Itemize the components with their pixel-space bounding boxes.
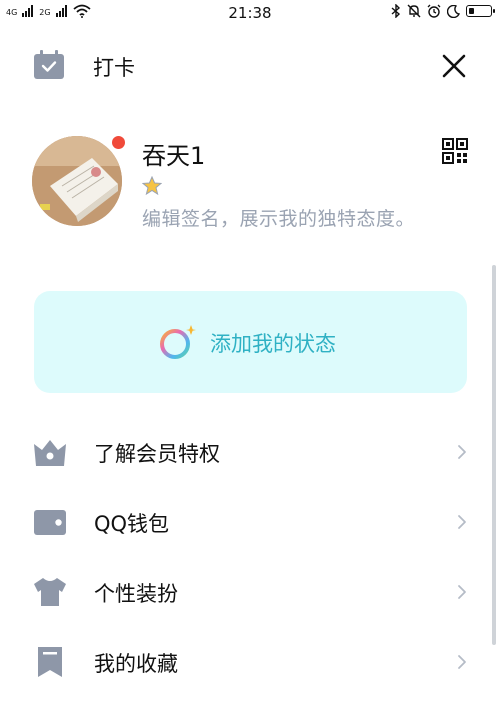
shirt-icon [34, 578, 66, 606]
menu-item-label: 了解会员特权 [94, 442, 220, 466]
menu-item-wallet[interactable]: QQ钱包 [0, 488, 500, 558]
calendar-check-icon[interactable] [33, 50, 65, 80]
crown-icon [34, 440, 66, 466]
status-bar: 4G 2G 21:38 [0, 0, 500, 26]
menu-item-label: 我的收藏 [94, 652, 178, 676]
avatar[interactable] [32, 136, 122, 226]
chevron-right-icon [458, 655, 466, 669]
avatar-image [32, 136, 122, 226]
chevron-right-icon [458, 515, 466, 529]
menu-item-vip[interactable]: 了解会员特权 [0, 418, 500, 488]
checkin-label[interactable]: 打卡 [93, 52, 135, 82]
wallet-icon [34, 510, 66, 535]
drawer-header: 打卡 [0, 40, 500, 92]
username[interactable]: 吞天1 [142, 136, 205, 171]
profile-section: 吞天1 编辑签名，展示我的独特态度。 [0, 130, 500, 240]
qr-code-icon[interactable] [442, 138, 468, 164]
menu-item-label: 个性装扮 [94, 582, 178, 606]
status-right [391, 4, 495, 18]
menu-item-favorites[interactable]: 我的收藏 [0, 628, 500, 698]
battery-icon [466, 5, 495, 17]
close-icon[interactable] [440, 52, 468, 80]
notification-dot [110, 134, 127, 151]
menu-item-label: QQ钱包 [94, 512, 170, 536]
moon-icon [447, 4, 460, 18]
status-ring-icon [160, 325, 196, 359]
signature-input[interactable]: 编辑签名，展示我的独特态度。 [142, 204, 415, 231]
chevron-right-icon [458, 445, 466, 459]
alarm-icon [427, 4, 441, 18]
add-status-label: 添加我的状态 [210, 332, 336, 356]
mute-bell-icon [407, 4, 421, 18]
battery-level [469, 8, 475, 14]
add-status-card[interactable]: 添加我的状态 [34, 291, 467, 393]
bluetooth-icon [391, 4, 401, 18]
chevron-right-icon [458, 585, 466, 599]
menu-item-dressup[interactable]: 个性装扮 [0, 558, 500, 628]
bookmark-icon [38, 647, 62, 677]
scrollbar[interactable] [492, 265, 496, 645]
star-icon[interactable] [142, 176, 162, 196]
